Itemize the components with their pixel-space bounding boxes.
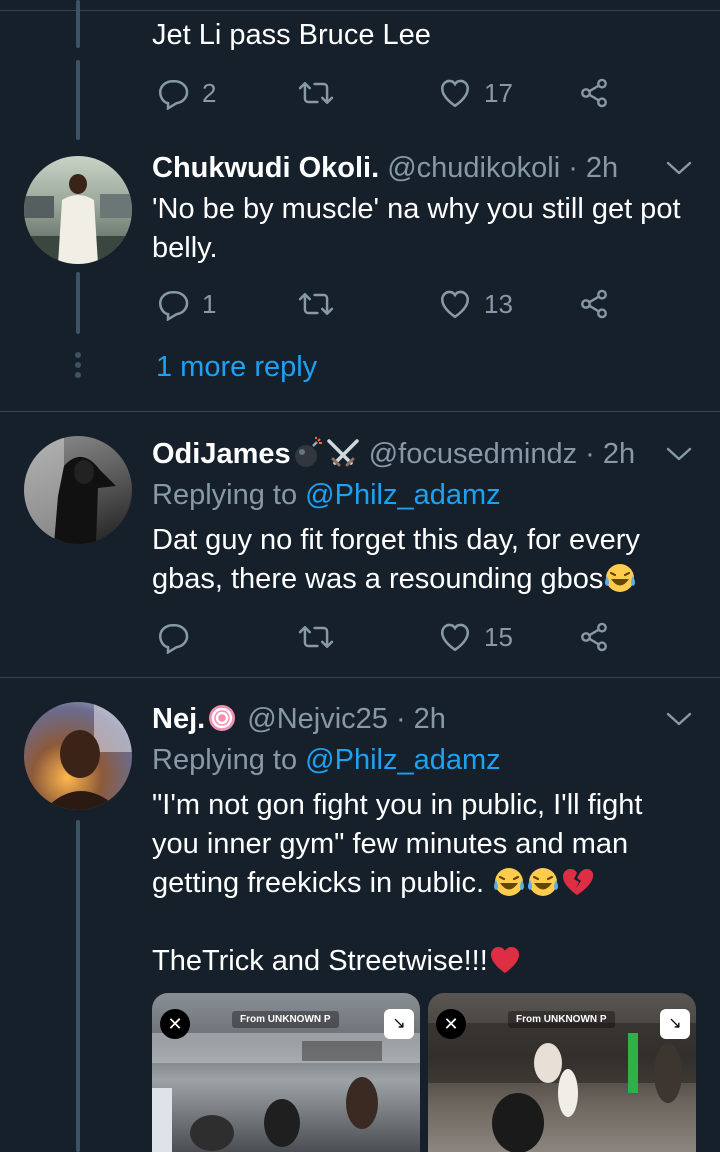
tweet-line: getting freekicks in public. [152,867,485,899]
lollipop-icon [205,702,239,745]
retweet-icon [298,620,334,654]
laughing-emoji-icon [526,866,560,909]
reply-button[interactable] [156,617,190,657]
retweet-button[interactable] [298,617,334,657]
media-caption: From UNKNOWN P [508,1011,615,1028]
reply-icon [156,287,190,321]
replying-to-label: Replying to [152,744,298,776]
more-replies-dots [75,352,81,382]
chevron-down-icon[interactable] [664,158,694,178]
tweet-actions: 1 13 [152,284,622,324]
tweet-actions: 2 17 [152,73,622,113]
replying-to: Replying to @Philz_adamz [152,741,501,780]
share-icon [578,621,610,653]
thread-line [76,272,80,334]
tweet-line: Dat guy no fit forget this day, for ever… [152,524,640,556]
top-border [0,10,720,11]
tweet-time: · 2h [585,438,636,470]
tweet-time: · 2h [568,152,619,184]
tweet-header: Nej. @Nejvic25 · 2h [152,700,446,745]
expand-icon[interactable]: ↘ [384,1009,414,1039]
tweet-text: 'No be by muscle' na why you still get p… [152,190,681,268]
laughing-emoji-icon [603,562,637,605]
like-button[interactable]: 17 [438,73,513,113]
replying-to-label: Replying to [152,479,298,511]
tweet-text: TheTrick and Streetwise!!! [152,942,522,987]
retweet-button[interactable] [298,284,334,324]
tweet-text: Dat guy no fit forget this day, for ever… [152,521,640,605]
media-thumbnail[interactable]: ✕ From UNKNOWN P ↘ [152,993,420,1152]
display-name[interactable]: OdiJames [152,438,291,470]
tweet-line: TheTrick and Streetwise!!! [152,945,488,977]
tweet-separator [0,677,720,678]
tweet-line: you inner gym" few minutes and man [152,828,629,860]
share-icon [578,288,610,320]
reply-button[interactable]: 1 [156,284,216,324]
broken-heart-icon [560,866,594,909]
media-thumbnail[interactable]: ✕ From UNKNOWN P ↘ [428,993,696,1152]
heart-icon [488,944,522,987]
tweet-header: OdiJames @focusedmindz · 2h [152,435,635,480]
like-button[interactable]: 13 [438,284,513,324]
chevron-down-icon[interactable] [664,444,694,464]
expand-icon[interactable]: ↘ [660,1009,690,1039]
like-count: 13 [484,288,513,319]
tweet-header: Chukwudi Okoli. @chudikokoli · 2h [152,149,618,188]
share-button[interactable] [578,617,610,657]
close-icon[interactable]: ✕ [160,1009,190,1039]
share-button[interactable] [578,284,610,324]
like-icon [438,287,472,321]
avatar[interactable] [24,436,132,544]
reply-icon [156,76,190,110]
crossed-swords-icon [325,437,361,480]
user-handle[interactable]: @focusedmindz [369,438,577,470]
chevron-down-icon[interactable] [664,709,694,729]
more-replies-link[interactable]: 1 more reply [156,348,317,387]
share-button[interactable] [578,73,610,113]
thread-line [76,820,80,1152]
tweet-line: gbas, there was a resounding gbos [152,563,604,595]
like-button[interactable]: 15 [438,617,513,657]
tweet-actions: 15 [152,617,622,657]
tweet-time: · 2h [395,703,446,735]
display-name[interactable]: Nej. [152,703,205,735]
replying-to: Replying to @Philz_adamz [152,476,501,515]
tweet-text: Jet Li pass Bruce Lee [152,16,431,55]
reply-count: 2 [202,77,217,108]
tweet-line: belly. [152,232,218,264]
thread-line [76,60,80,140]
laughing-emoji-icon [492,866,526,909]
share-icon [578,77,610,109]
tweet-separator [0,411,720,412]
tweet-text: "I'm not gon fight you in public, I'll f… [152,786,642,909]
retweet-icon [298,287,334,321]
like-icon [438,620,472,654]
user-handle[interactable]: @Nejvic25 [247,703,388,735]
reply-icon [156,620,190,654]
thread-line [76,0,80,48]
replying-to-handle[interactable]: @Philz_adamz [305,744,500,776]
avatar[interactable] [24,156,132,264]
like-count: 15 [484,621,513,652]
reply-button[interactable]: 2 [156,73,216,113]
tweet-line: "I'm not gon fight you in public, I'll f… [152,789,643,821]
like-count: 17 [484,77,513,108]
like-icon [438,76,472,110]
tweet-line: Jet Li pass Bruce Lee [152,19,431,51]
avatar[interactable] [24,702,132,810]
retweet-icon [298,76,334,110]
tweet-line: 'No be by muscle' na why you still get p… [152,193,681,225]
user-handle[interactable]: @chudikokoli [387,152,560,184]
bomb-icon [291,437,325,480]
display-name[interactable]: Chukwudi Okoli. [152,152,379,184]
close-icon[interactable]: ✕ [436,1009,466,1039]
reply-count: 1 [202,288,217,319]
retweet-button[interactable] [298,73,334,113]
media-caption: From UNKNOWN P [232,1011,339,1028]
replying-to-handle[interactable]: @Philz_adamz [305,479,500,511]
